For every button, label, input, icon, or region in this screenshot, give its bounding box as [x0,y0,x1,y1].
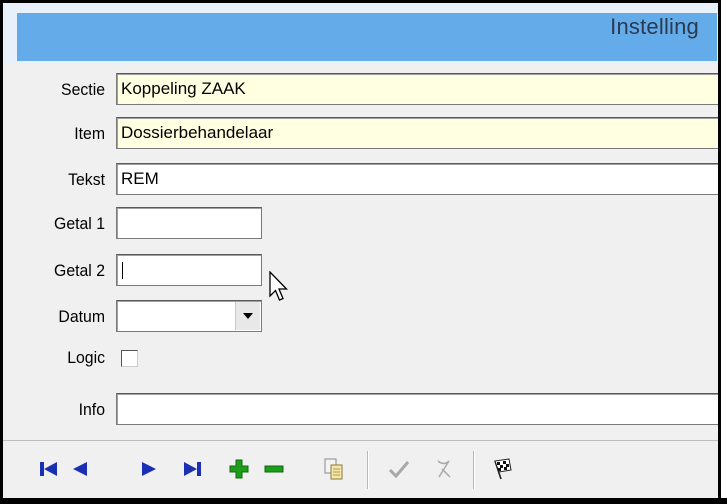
info-field[interactable] [116,393,727,425]
cancel-button[interactable] [430,455,458,483]
datum-combobox[interactable] [116,300,262,332]
datum-label: Datum [58,307,105,326]
finish-button[interactable] [489,455,517,483]
sectie-label: Sectie [61,80,105,99]
datum-dropdown-button[interactable] [235,302,260,330]
confirm-button[interactable] [385,455,413,483]
delete-record-icon [264,465,284,473]
window-right-edge [718,0,727,504]
logic-label: Logic [67,348,105,367]
sectie-field[interactable]: Koppeling ZAAK [116,73,727,105]
chevron-down-icon [243,313,253,319]
window-title: Instelling [610,14,699,39]
toolbar-divider [3,440,721,441]
window-bottom-edge [0,498,727,504]
last-record-icon [184,462,201,476]
getal1-label: Getal 1 [54,214,105,233]
copy-record-icon [324,458,343,480]
toolbar-separator [367,451,369,489]
getal1-field[interactable] [116,207,262,239]
mouse-pointer-icon [269,270,289,308]
getal2-field[interactable] [116,254,262,286]
settings-window: Instelling Sectie Koppeling ZAAK Item Do… [0,0,727,504]
info-label: Info [78,400,105,419]
confirm-icon [388,461,410,479]
logic-checkbox[interactable] [121,350,138,367]
tekst-label: Tekst [68,170,105,189]
toolbar-separator [473,451,475,489]
cancel-icon [437,460,451,478]
next-record-button[interactable] [135,455,163,483]
previous-record-icon [73,462,87,476]
text-caret [122,262,123,279]
tekst-field[interactable]: REM [116,163,727,195]
last-record-button[interactable] [178,455,206,483]
delete-record-button[interactable] [260,455,288,483]
title-bar: Instelling [3,3,721,64]
finish-flag-icon [494,458,512,480]
first-record-button[interactable] [35,455,63,483]
first-record-icon [40,462,57,476]
getal2-label: Getal 2 [54,261,105,280]
add-record-icon [229,459,249,479]
copy-record-button[interactable] [320,455,348,483]
item-field[interactable]: Dossierbehandelaar [116,117,727,149]
item-label: Item [74,124,105,143]
next-record-icon [142,462,156,476]
previous-record-button[interactable] [66,455,94,483]
add-record-button[interactable] [225,455,253,483]
